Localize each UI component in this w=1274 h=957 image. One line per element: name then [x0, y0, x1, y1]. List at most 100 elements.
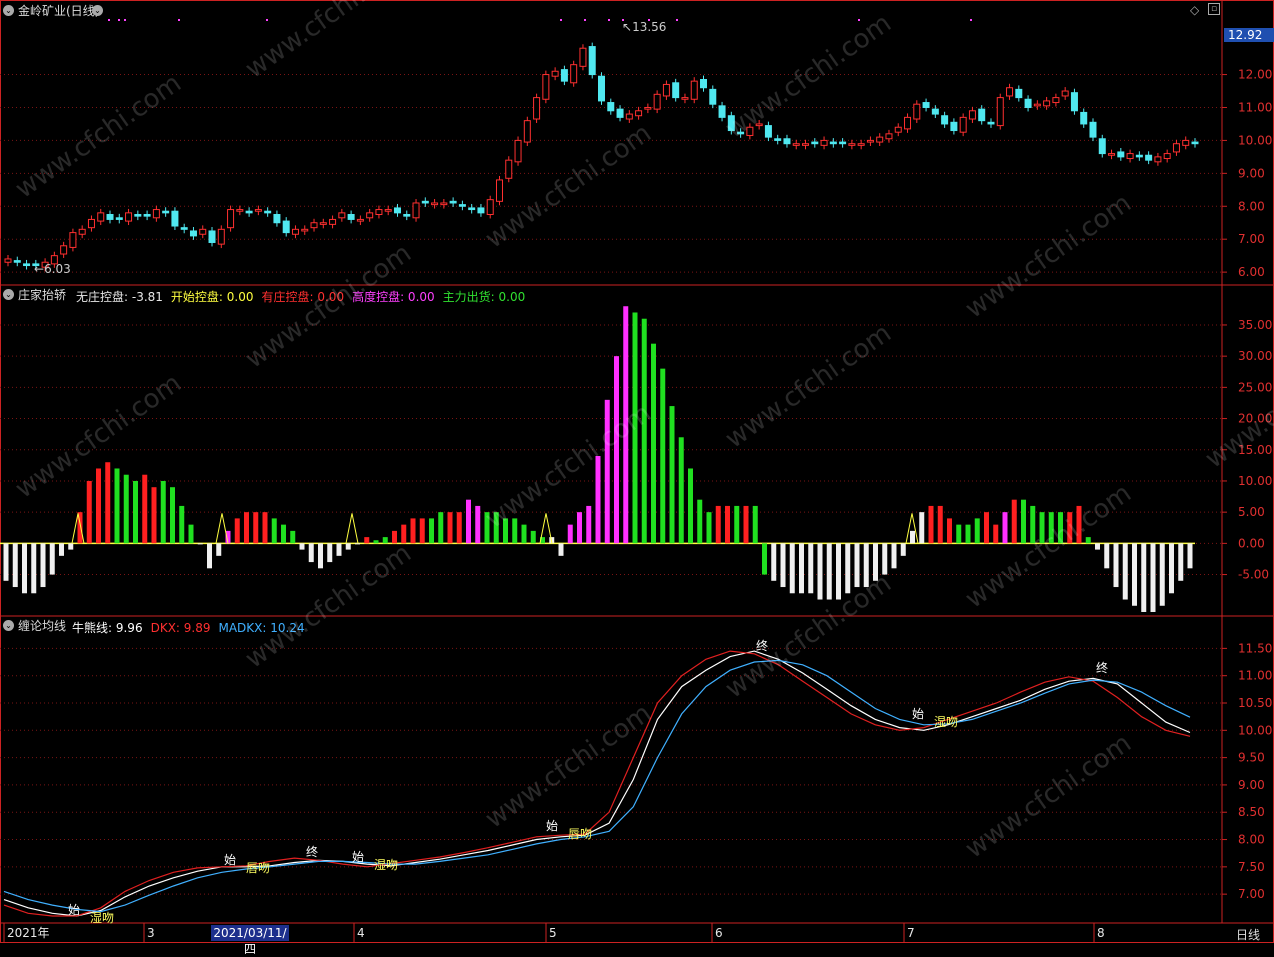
candle-up [913, 103, 921, 120]
candle-up [199, 228, 207, 235]
candle-down [774, 138, 782, 141]
signal-label: 湿吻 [90, 910, 114, 925]
chart-window[interactable]: 12.00 11.00 10.00 9.00 8.00 7.00 6.00 35.00 30.0… [0, 0, 1274, 956]
period-label[interactable]: 日线 [1236, 926, 1260, 943]
candle-up [236, 209, 244, 212]
indicator-bar [281, 524, 286, 544]
indicator-bar [1178, 543, 1184, 581]
candle-down [783, 138, 791, 145]
start-control-marker [345, 513, 359, 544]
candle-up [533, 97, 541, 120]
candle-up [690, 80, 698, 100]
ind2-axis-tick-label: 7.50 [1238, 860, 1265, 874]
indicator-bar [373, 540, 379, 544]
signal-label: 唇吻 [568, 827, 592, 841]
ind2-axis-tick-label: 9.00 [1238, 778, 1265, 792]
candle-down [764, 125, 772, 138]
indicator-bar [854, 543, 860, 588]
indicator-bar [151, 487, 157, 544]
diamond-icon[interactable]: ◇ [1190, 3, 1199, 17]
ind1-axis-tick-label: 35.00 [1238, 318, 1272, 332]
indicator-bar [678, 437, 684, 544]
indicator1-name: 庄家抬轿 [18, 288, 67, 302]
indicator-bar [771, 543, 777, 581]
candle-up [1006, 87, 1014, 97]
indicator-bar [355, 543, 360, 545]
indicator-bar [826, 543, 832, 600]
candle-down [1098, 138, 1106, 155]
indicator-bar [882, 543, 888, 575]
candle-up [125, 212, 133, 222]
signal-marker: 始 [68, 903, 80, 917]
ind1-axis-tick-label: 25.00 [1238, 380, 1272, 394]
candle-up [802, 143, 810, 146]
candle-up [885, 133, 893, 140]
candle-up [152, 209, 160, 219]
candle-up [4, 258, 12, 263]
panel-toggle-icon[interactable]: ⌄ [3, 5, 14, 16]
candle-down [134, 214, 142, 217]
indicator-bar [142, 474, 148, 544]
candle-up [514, 139, 522, 163]
candle-up [217, 228, 225, 245]
candle-up [356, 218, 364, 222]
candle-up [996, 97, 1004, 127]
candle-up [959, 116, 967, 133]
ind1-axis-tick-label: 0.00 [1238, 536, 1265, 550]
indicator-bar [651, 343, 656, 544]
candle-down [811, 141, 819, 145]
candle-up [857, 143, 865, 146]
candle-up [1061, 90, 1069, 97]
ind1-axis-tick-label: 5.00 [1238, 505, 1265, 519]
ind1-axis-tick-label: -5.00 [1238, 568, 1269, 582]
restore-window-icon[interactable]: ▫ [1208, 3, 1220, 15]
candle-up [440, 202, 448, 206]
title-menu-icon[interactable]: ⌄ [92, 5, 103, 16]
indicator-bar [1132, 543, 1137, 606]
candle-down [709, 88, 717, 105]
price-axis-tick-label: 8.00 [1238, 199, 1265, 213]
candle-down [1024, 98, 1032, 108]
ind1-axis-tick-label: 10.00 [1238, 474, 1272, 488]
indicator-bar [752, 505, 758, 544]
candle-up [542, 74, 550, 100]
ind2-axis-tick-label: 10.50 [1238, 696, 1272, 710]
indicator-bar [1021, 499, 1026, 544]
indicator-bar [447, 512, 453, 544]
indicator-bar [3, 543, 9, 581]
indicator-bar [308, 543, 314, 563]
candle-down [23, 263, 31, 267]
legend-item: 主力出货: 0.00 [442, 290, 526, 304]
ind2-axis-tick-label: 10.00 [1238, 723, 1272, 737]
candle-down [273, 214, 281, 224]
indicator-bar [1187, 543, 1193, 569]
candle-up [366, 212, 374, 219]
indicator-bar [345, 543, 351, 550]
ind2-axis-tick-label: 7.00 [1238, 887, 1265, 901]
legend-item: 牛熊线: 9.96 [72, 621, 143, 635]
candle-up [681, 97, 689, 100]
indicator-bar [170, 487, 175, 544]
indicator-bar [456, 512, 462, 544]
candle-down [987, 121, 995, 125]
candle-down [143, 214, 151, 217]
indicator-bar [1159, 543, 1165, 606]
indicator-bar [919, 512, 925, 544]
candle-up [792, 143, 800, 146]
signal-dot [608, 19, 610, 21]
price-axis-tick-label: 7.00 [1238, 232, 1265, 246]
indicator-bar [475, 505, 481, 544]
signal-marker: 终 [306, 844, 318, 859]
price-axis-tick-label: 12.00 [1238, 68, 1272, 82]
indicator-bar [40, 543, 46, 588]
indicator-bar [799, 543, 804, 594]
indicator-bar [105, 462, 111, 544]
indicator1-legend: 无庄控盘: -3.81 开始控盘: 0.00 有庄控盘: 0.00 高度控盘: 0.0… [76, 288, 533, 305]
panel-toggle-icon[interactable]: ⌄ [3, 289, 14, 300]
candle-down [421, 200, 429, 204]
stock-title: 金岭矿业(日线) [18, 4, 100, 18]
panel-toggle-icon[interactable]: ⌄ [3, 620, 14, 631]
indicator-bar [123, 474, 129, 544]
indicator-bar [382, 537, 388, 544]
indicator-bar [780, 543, 786, 588]
